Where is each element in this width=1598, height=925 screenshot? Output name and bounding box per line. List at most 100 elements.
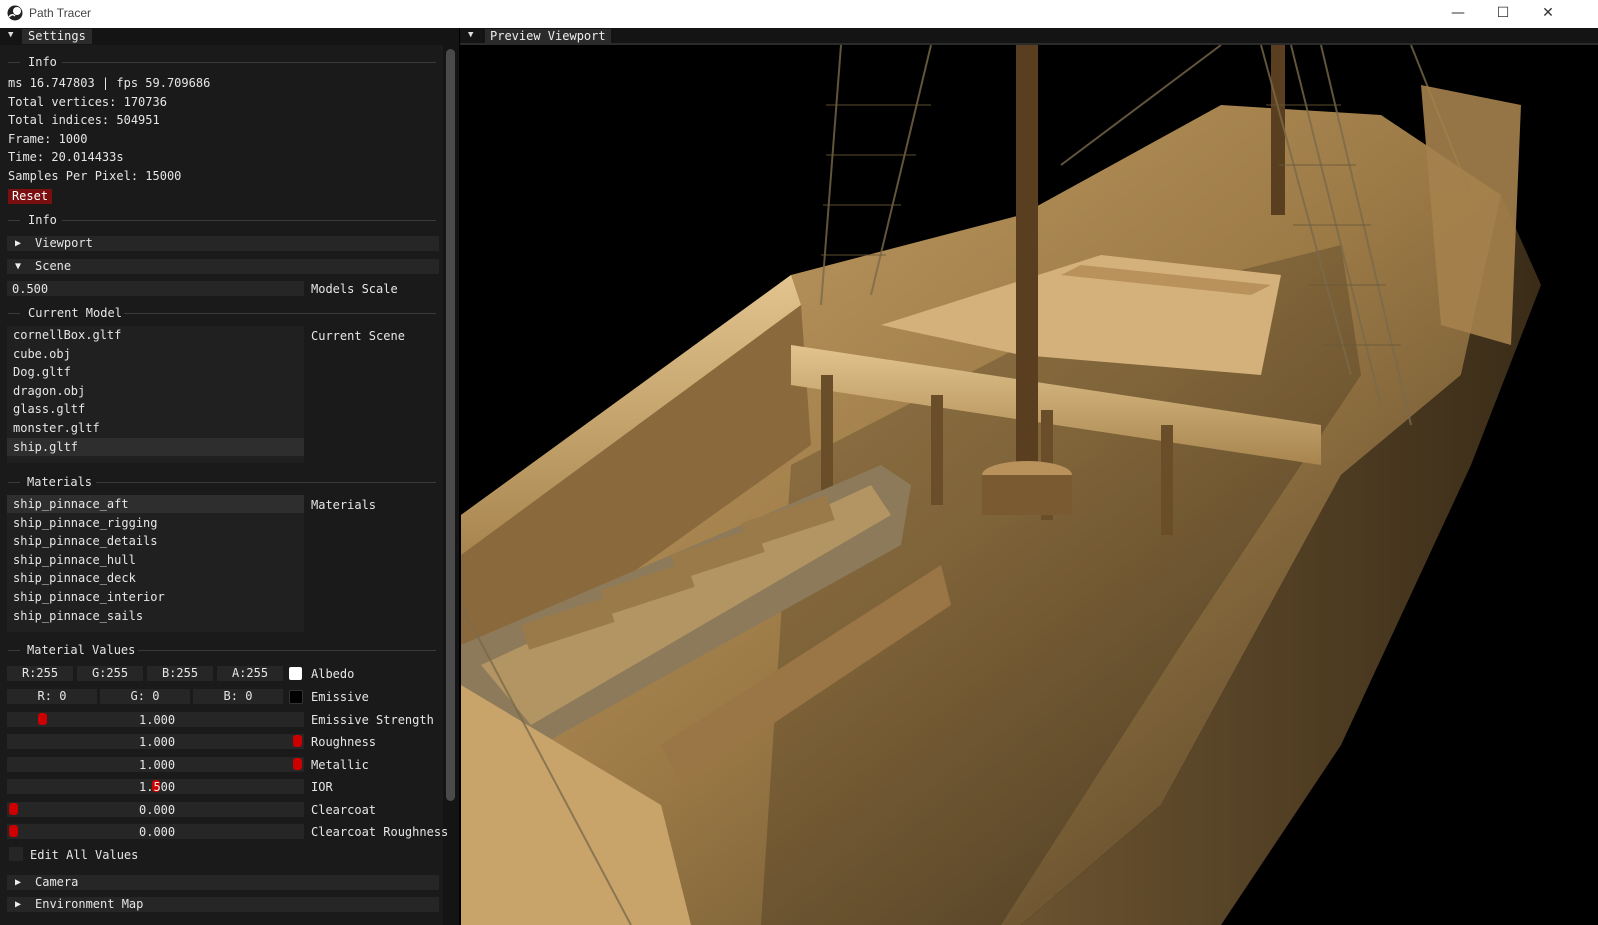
albedo-color-swatch[interactable]	[289, 667, 302, 680]
albedo-g-input[interactable]: G:255	[77, 666, 143, 681]
emissive-b-input[interactable]: B: 0	[193, 689, 283, 704]
separator	[8, 482, 20, 483]
list-item[interactable]: cornellBox.gltf	[7, 326, 304, 344]
current-scene-label: Current Scene	[311, 329, 405, 343]
list-item[interactable]: ship_pinnace_deck	[7, 569, 304, 587]
list-item[interactable]: dragon.obj	[7, 382, 304, 400]
elapsed-time: Time: 20.014433s	[8, 150, 124, 164]
render-viewport[interactable]	[461, 45, 1598, 925]
list-item[interactable]: Dog.gltf	[7, 363, 304, 381]
list-item[interactable]: ship_pinnace_interior	[7, 588, 304, 606]
expand-arrow-icon: ▶	[15, 238, 22, 249]
materials-label: Materials	[311, 498, 377, 512]
albedo-r-input[interactable]: R:255	[7, 666, 73, 681]
slider-knob[interactable]	[9, 825, 18, 837]
list-item[interactable]: ship_pinnace_sails	[7, 607, 304, 625]
albedo-a-input[interactable]: A:255	[217, 666, 283, 681]
collapse-arrow-icon: ▼	[15, 261, 22, 272]
fps-readout: ms 16.747803 | fps 59.709686	[8, 76, 211, 90]
expand-arrow-icon: ▶	[15, 899, 22, 910]
list-item[interactable]: monster.gltf	[7, 419, 304, 437]
samples-per-pixel: Samples Per Pixel: 15000	[8, 169, 182, 183]
material-list[interactable]: ship_pinnace_aft ship_pinnace_rigging sh…	[7, 495, 304, 632]
camera-section-label: Camera	[35, 875, 79, 889]
models-scale-value: 0.500	[12, 282, 49, 296]
clearcoat-value: 0.000	[139, 803, 176, 817]
slider-knob[interactable]	[38, 713, 47, 725]
clearcoat-roughness-label: Clearcoat Roughness	[311, 825, 449, 839]
list-item[interactable]: ship_pinnace_rigging	[7, 514, 304, 532]
frame-count: Frame: 1000	[8, 132, 88, 146]
info-header: Info	[28, 55, 57, 69]
collapse-arrow-icon[interactable]: ▼	[8, 30, 13, 40]
settings-tab-bar: ▼ Settings	[0, 28, 459, 45]
camera-section-header[interactable]: ▶ Camera	[7, 875, 439, 890]
tab-preview-viewport[interactable]: Preview Viewport	[485, 29, 611, 44]
separator	[62, 220, 436, 221]
clearcoat-roughness-slider[interactable]: 0.000	[7, 824, 304, 839]
app-logo-icon	[7, 5, 23, 21]
emissive-strength-slider[interactable]: 1.000	[7, 712, 304, 727]
slider-knob[interactable]	[293, 735, 302, 747]
ior-slider[interactable]: 1.500	[7, 779, 304, 794]
roughness-value: 1.000	[139, 735, 176, 749]
minimize-icon: —	[1451, 5, 1465, 21]
settings-panel: ▼ Settings Info ms 16.747803 | fps 59.70…	[0, 28, 459, 925]
models-scale-input[interactable]: 0.500	[7, 281, 304, 296]
emissive-label: Emissive	[311, 690, 369, 704]
clearcoat-label: Clearcoat	[311, 803, 377, 817]
environment-section-header[interactable]: ▶ Environment Map	[7, 897, 439, 912]
tab-settings[interactable]: Settings	[22, 29, 92, 44]
clearcoat-slider[interactable]: 0.000	[7, 802, 304, 817]
ior-label: IOR	[311, 780, 333, 794]
separator	[8, 313, 20, 314]
model-list[interactable]: cornellBox.gltf cube.obj Dog.gltf dragon…	[7, 326, 304, 463]
separator	[124, 313, 436, 314]
separator	[8, 220, 20, 221]
separator	[62, 62, 436, 63]
list-item-selected[interactable]: ship_pinnace_aft	[7, 495, 304, 513]
separator	[8, 62, 20, 63]
collapse-arrow-icon[interactable]: ▼	[468, 30, 473, 40]
reset-button[interactable]: Reset	[8, 189, 52, 204]
separator	[138, 650, 436, 651]
minimize-button[interactable]: —	[1435, 0, 1481, 28]
total-vertices: Total vertices: 170736	[8, 95, 167, 109]
maximize-icon: ☐	[1496, 5, 1510, 21]
separator	[96, 482, 436, 483]
edit-all-checkbox[interactable]	[9, 847, 23, 861]
slider-knob[interactable]	[9, 803, 18, 815]
list-item[interactable]: ship_pinnace_details	[7, 532, 304, 550]
slider-knob[interactable]	[293, 758, 302, 770]
emissive-color-swatch[interactable]	[289, 690, 303, 704]
viewport-section-header[interactable]: ▶ Viewport	[7, 236, 439, 251]
metallic-label: Metallic	[311, 758, 369, 772]
environment-section-label: Environment Map	[35, 897, 144, 911]
emissive-g-input[interactable]: G: 0	[100, 689, 190, 704]
roughness-label: Roughness	[311, 735, 377, 749]
separator	[8, 650, 20, 651]
info-footer: Info	[28, 213, 57, 227]
metallic-slider[interactable]: 1.000	[7, 757, 304, 772]
close-icon: ✕	[1542, 5, 1554, 21]
close-button[interactable]: ✕	[1525, 0, 1571, 28]
albedo-b-input[interactable]: B:255	[147, 666, 213, 681]
panel-scrollbar[interactable]	[443, 45, 459, 925]
list-item[interactable]: cube.obj	[7, 345, 304, 363]
models-scale-label: Models Scale	[311, 282, 398, 296]
clearcoat-roughness-value: 0.000	[139, 825, 176, 839]
list-item[interactable]: ship_pinnace_hull	[7, 551, 304, 569]
preview-tab-bar: ▼ Preview Viewport	[460, 28, 1598, 45]
list-item[interactable]: glass.gltf	[7, 400, 304, 418]
albedo-label: Albedo	[311, 667, 355, 681]
list-item-selected[interactable]: ship.gltf	[7, 438, 304, 456]
ior-value: 1.500	[139, 780, 176, 794]
scene-section-label: Scene	[35, 259, 72, 273]
roughness-slider[interactable]: 1.000	[7, 734, 304, 749]
rendered-ship-image	[461, 45, 1541, 925]
emissive-r-input[interactable]: R: 0	[7, 689, 97, 704]
scene-section-header[interactable]: ▼ Scene	[7, 259, 439, 274]
scrollbar-thumb[interactable]	[446, 49, 455, 801]
maximize-button[interactable]: ☐	[1480, 0, 1526, 28]
current-model-header: Current Model	[28, 306, 122, 320]
